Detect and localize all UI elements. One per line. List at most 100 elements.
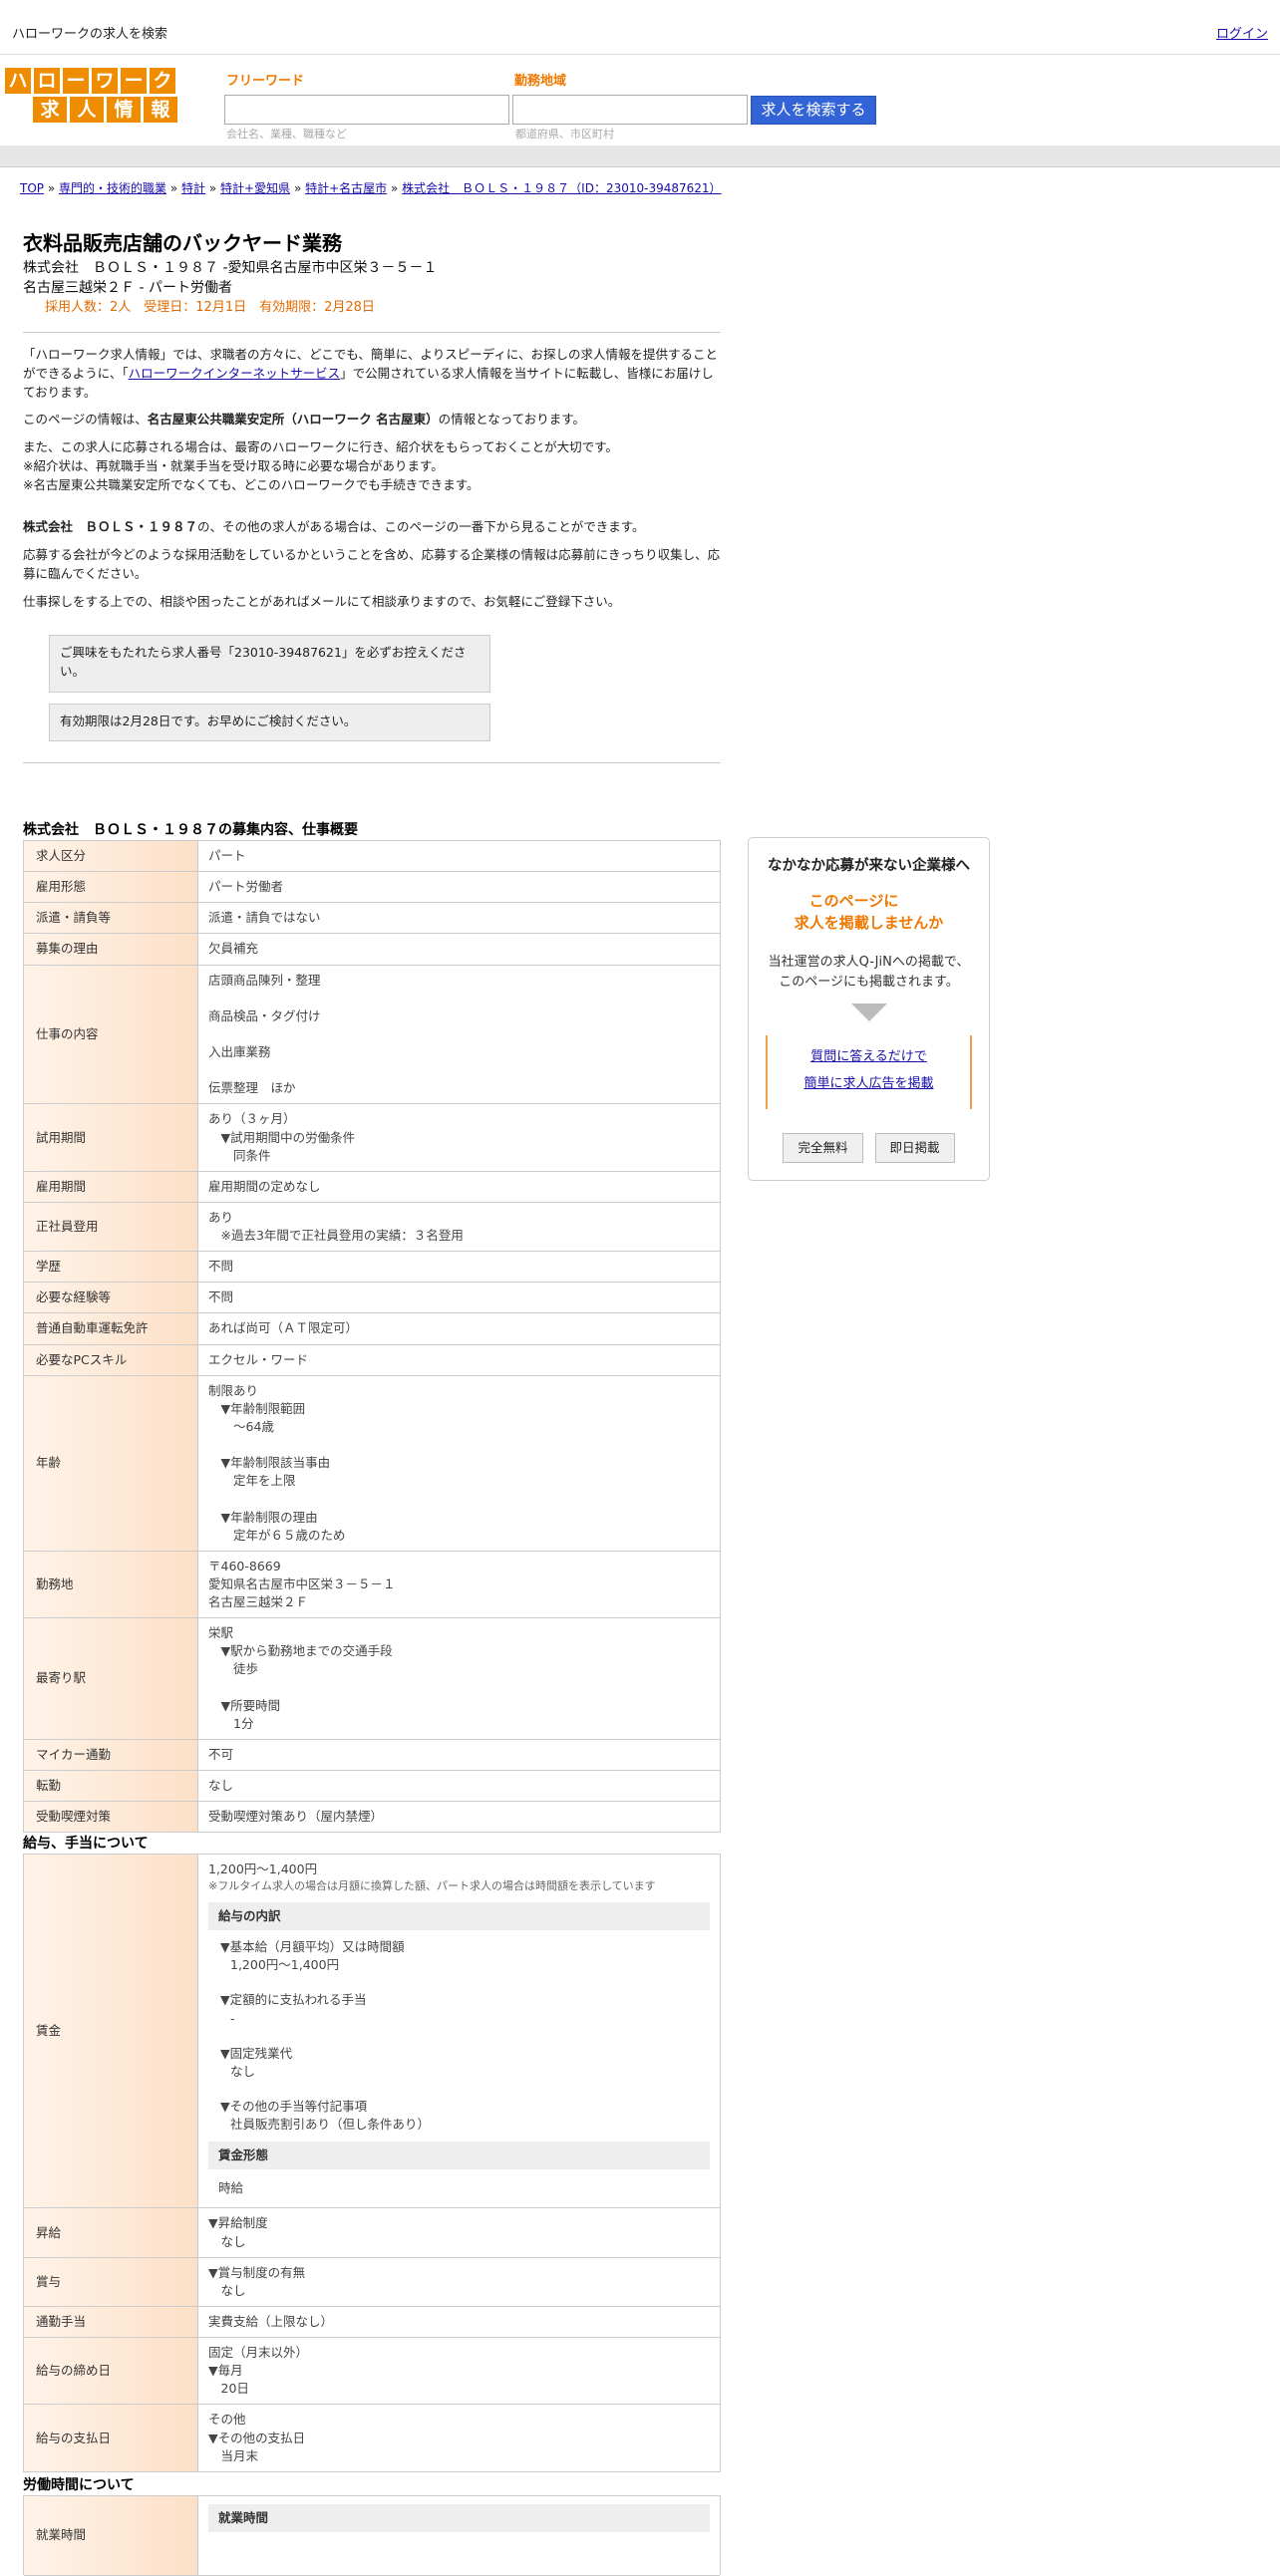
row-value: その他 ▼その他の支払日 当月末 <box>208 2412 306 2463</box>
area-input[interactable] <box>512 95 748 125</box>
table-row: 必要なPCスキル エクセル・ワード <box>24 1344 720 1376</box>
table-row: マイカー通勤 不可 <box>24 1739 720 1771</box>
keyword-input[interactable] <box>224 95 509 125</box>
section-salary-title: 給与、手当について <box>23 1836 149 1852</box>
section-recruit-title: 株式会社 ＢＯＬＳ・１９８７の募集内容、仕事概要 <box>23 822 358 838</box>
search-button[interactable]: 求人を検索する <box>751 96 876 125</box>
row-value: 不問 <box>208 1289 234 1305</box>
table-row: 昇給 ▼昇給制度 なし <box>24 2208 720 2258</box>
divider <box>23 762 721 763</box>
row-value: 欠員補充 <box>208 941 259 957</box>
row-value: 店頭商品陳列・整理 商品検品・タグ付け 入出庫業務 伝票整理 ほか <box>208 972 321 1096</box>
recruit-table: 求人区分 パート 雇用形態 パート労働者 派遣・請負等 派遣・請負ではない 募集の理由 欠員補… <box>23 840 721 1834</box>
row-value: 派遣・請負ではない <box>208 910 321 926</box>
row-header: 最寄り駅 <box>24 1618 198 1739</box>
wage-form-heading: 賃金形態 <box>208 2142 710 2170</box>
hellowork-logo[interactable]: ハローワーク 求人情報 <box>5 68 179 124</box>
table-row: 給与の締め日 固定（月末以外） ▼毎月 20日 <box>24 2338 720 2406</box>
table-row: 募集の理由 欠員補充 <box>24 934 720 966</box>
row-header: 仕事の内容 <box>24 965 198 1104</box>
row-value: 不問 <box>208 1259 234 1275</box>
logo-char: 情 <box>107 97 141 123</box>
breadcrumb-link[interactable]: TOP <box>20 181 44 195</box>
table-row: 仕事の内容 店頭商品陳列・整理 商品検品・タグ付け 入出庫業務 伝票整理 ほか <box>24 965 720 1105</box>
logo-char: ワ <box>92 68 118 94</box>
job-meta: 採用人数：2人 受理日：12月1日 有効期限：2月28日 <box>45 299 375 315</box>
breadcrumb-link[interactable]: 特計 <box>181 181 205 195</box>
table-row: 学歴 不問 <box>24 1252 720 1284</box>
row-value: 雇用期間の定めなし <box>208 1178 321 1194</box>
row-header: 賃金 <box>24 1855 198 2208</box>
breadcrumb-separator: » <box>293 181 302 195</box>
intro-p2: このページの情報は、名古屋東公共職業安定所（ハローワーク 名古屋東）の情報となっ… <box>23 412 586 428</box>
breadcrumb-link[interactable]: 株式会社 ＢＯＬＳ・１９８７（ID：23010-39487621） <box>402 181 721 195</box>
arrow-down-icon <box>850 1003 887 1022</box>
hellowork-internet-link[interactable]: ハローワークインターネットサービス <box>129 366 341 381</box>
row-value: あれば尚可（ＡＴ限定可） <box>208 1320 359 1336</box>
logo-char: ー <box>121 68 147 94</box>
ad-link-questions[interactable]: 質問に答えるだけで <box>768 1043 970 1070</box>
gray-divider-bar <box>0 145 1280 167</box>
row-value: あり（３ヶ月） ▼試用期間中の労働条件 同条件 <box>208 1111 356 1163</box>
table-row: 最寄り駅 栄駅 ▼駅から勤務地までの交通手段 徒歩 ▼所要時間 1分 <box>24 1618 720 1740</box>
breadcrumb-separator: » <box>47 181 56 195</box>
table-row: 通勤手当 実費支給（上限なし） <box>24 2306 720 2339</box>
table-row: 正社員登用 あり ※過去3年間で正社員登用の実績：３名登用 <box>24 1202 720 1253</box>
breadcrumb-link[interactable]: 特計+名古屋市 <box>305 181 387 195</box>
row-value: ▼賞与制度の有無 なし <box>208 2264 306 2298</box>
table-row: 雇用期間 雇用期間の定めなし <box>24 1171 720 1203</box>
row-value: 実費支給（上限なし） <box>208 2313 334 2329</box>
ad-links: 質問に答えるだけで 簡単に求人広告を掲載 <box>766 1035 972 1110</box>
intro-text: 「ハローワーク求人情報」では、求職者の方々に、どこでも、簡単に、よりスピーディに… <box>23 346 721 620</box>
keyword-label: フリーワード <box>226 74 305 89</box>
table-row: 受動喫煙対策 受動喫煙対策あり（屋内禁煙） <box>24 1802 720 1834</box>
table-row: 就業時間 就業時間 <box>24 2496 720 2576</box>
login-link[interactable]: ログイン <box>1216 26 1268 45</box>
row-value: あり ※過去3年間で正社員登用の実績：３名登用 <box>208 1209 464 1243</box>
logo-char: ハ <box>5 68 31 94</box>
row-value: 就業時間 <box>198 2496 720 2575</box>
row-header: 雇用期間 <box>24 1171 198 1202</box>
row-header: 必要なPCスキル <box>24 1344 198 1375</box>
salary-table: 賃金 1,200円〜1,400円 ※フルタイム求人の場合は月額に換算した額、パー… <box>23 1854 721 2472</box>
job-number-note: ご興味をもたれたら求人番号「23010-39487621」を必ずお控えください。 <box>49 635 490 693</box>
row-value: 1,200円〜1,400円 ※フルタイム求人の場合は月額に換算した額、パート求人… <box>198 1855 720 2207</box>
expiry-note: 有効期限は2月28日です。お早めにご検討ください。 <box>49 704 490 741</box>
row-header: 転勤 <box>24 1771 198 1802</box>
ad-link-post[interactable]: 簡単に求人広告を掲載 <box>768 1070 970 1097</box>
table-row: 試用期間 あり（３ヶ月） ▼試用期間中の労働条件 同条件 <box>24 1104 720 1172</box>
row-header: 就業時間 <box>24 2496 198 2575</box>
row-header: 給与の支払日 <box>24 2405 198 2471</box>
table-row: 派遣・請負等 派遣・請負ではない <box>24 903 720 935</box>
row-header: 年齢 <box>24 1375 198 1551</box>
divider <box>23 332 721 333</box>
same-day-button[interactable]: 即日掲載 <box>874 1133 955 1164</box>
breadcrumb: TOP » 専門的・技術的職業 » 特計 » 特計+愛知県 » 特計+名古屋市 … <box>20 180 722 197</box>
area-hint: 都道府県、市区町村 <box>515 128 614 141</box>
section-hours-title: 労働時間について <box>23 2477 135 2493</box>
logo-char: ー <box>63 68 89 94</box>
table-row: 勤務地 〒460-8669 愛知県名古屋市中区栄３－５－１ 名古屋三越栄２Ｆ <box>24 1551 720 1619</box>
ad-headline: このページに 求人を掲載しませんか <box>794 892 944 932</box>
job-header: 衣料品販売店舗のバックヤード業務 株式会社 ＢＯＬＳ・１９８７ -愛知県名古屋市… <box>23 230 721 317</box>
row-value: 固定（月末以外） ▼毎月 20日 <box>208 2345 309 2397</box>
intro-p1: 「ハローワーク求人情報」では、求職者の方々に、どこでも、簡単に、よりスピーディに… <box>23 347 719 400</box>
intro-p8: 仕事探しをする上での、相談や困ったことがあればメールにて相談承りますので、お気軽… <box>23 593 621 609</box>
table-row: 普通自動車運転免許 あれば尚可（ＡＴ限定可） <box>24 1313 720 1345</box>
company-address: 株式会社 ＢＯＬＳ・１９８７ -愛知県名古屋市中区栄３－５－１ <box>23 260 438 276</box>
top-bar: ハローワークの求人を検索 ログイン <box>0 0 1280 55</box>
ad-description: 当社運営の求人Q-JiNへの掲載で、 このページにも掲載されます。 <box>768 954 970 991</box>
breadcrumb-separator: » <box>208 181 217 195</box>
row-header: 昇給 <box>24 2208 198 2257</box>
row-value: 〒460-8669 愛知県名古屋市中区栄３－５－１ 名古屋三越栄２Ｆ <box>208 1558 396 1609</box>
breadcrumb-link[interactable]: 特計+愛知県 <box>220 181 290 195</box>
breadcrumb-link[interactable]: 専門的・技術的職業 <box>59 181 166 195</box>
row-value: ▼昇給制度 なし <box>208 2215 268 2249</box>
free-button[interactable]: 完全無料 <box>783 1133 863 1164</box>
site-title: ハローワークの求人を検索 <box>12 27 168 42</box>
ad-title: なかなか応募が来ない企業様へ <box>768 858 970 874</box>
logo-char: 求 <box>33 97 67 123</box>
advertise-panel: なかなか応募が来ない企業様へ このページに 求人を掲載しませんか 当社運営の求人Q… <box>748 837 990 1181</box>
logo-char: 人 <box>70 97 104 123</box>
table-row: 求人区分 パート <box>24 841 720 873</box>
